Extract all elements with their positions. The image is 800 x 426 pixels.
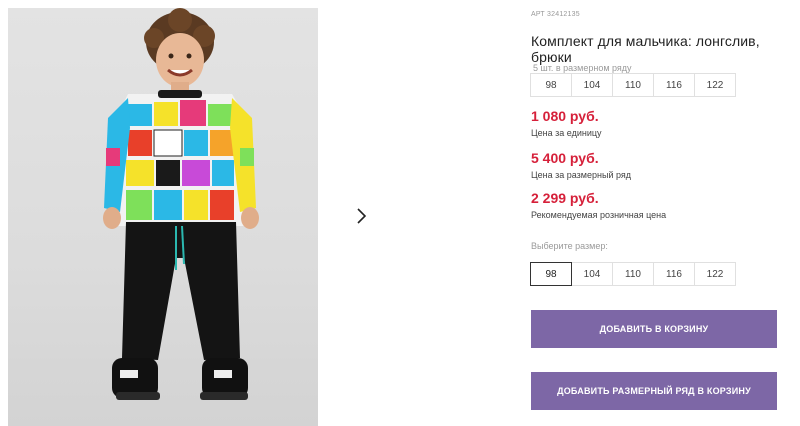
- unit-price-caption: Цена за единицу: [531, 128, 602, 138]
- chevron-right-icon: [357, 208, 367, 224]
- unit-price: 1 080 руб.: [531, 108, 599, 124]
- size-row-caption: 5 шт. в размерном ряду: [533, 63, 632, 73]
- size-row-cell: 110: [612, 73, 654, 97]
- add-to-cart-button[interactable]: ДОБАВИТЬ В КОРЗИНУ: [531, 310, 777, 348]
- retail-price: 2 299 руб.: [531, 190, 599, 206]
- size-row-cell: 122: [694, 73, 736, 97]
- size-row-price-caption: Цена за размерный ряд: [531, 170, 632, 180]
- boy-illustration: [103, 8, 259, 400]
- size-option-98[interactable]: 98: [530, 262, 572, 286]
- size-option-110[interactable]: 110: [612, 262, 654, 286]
- size-row-cell: 116: [653, 73, 695, 97]
- size-row-cell: 104: [571, 73, 613, 97]
- choose-size-label: Выберите размер:: [531, 241, 608, 251]
- product-title: Комплект для мальчика: лонгслив, брюки: [531, 33, 760, 65]
- size-row-cell: 98: [530, 73, 572, 97]
- size-picker: 98 104 110 116 122: [530, 262, 736, 286]
- gallery-next-button[interactable]: [342, 197, 380, 235]
- size-option-122[interactable]: 122: [694, 262, 736, 286]
- retail-price-caption: Рекомендуемая розничная цена: [531, 210, 667, 220]
- product-photo[interactable]: [8, 8, 318, 426]
- size-option-116[interactable]: 116: [653, 262, 695, 286]
- size-row-display: 98 104 110 116 122: [530, 73, 736, 97]
- size-row-price: 5 400 руб.: [531, 150, 599, 166]
- add-size-row-button[interactable]: ДОБАВИТЬ РАЗМЕРНЫЙ РЯД В КОРЗИНУ: [531, 372, 777, 410]
- size-option-104[interactable]: 104: [571, 262, 613, 286]
- article-number: АРТ 32412135: [531, 11, 580, 18]
